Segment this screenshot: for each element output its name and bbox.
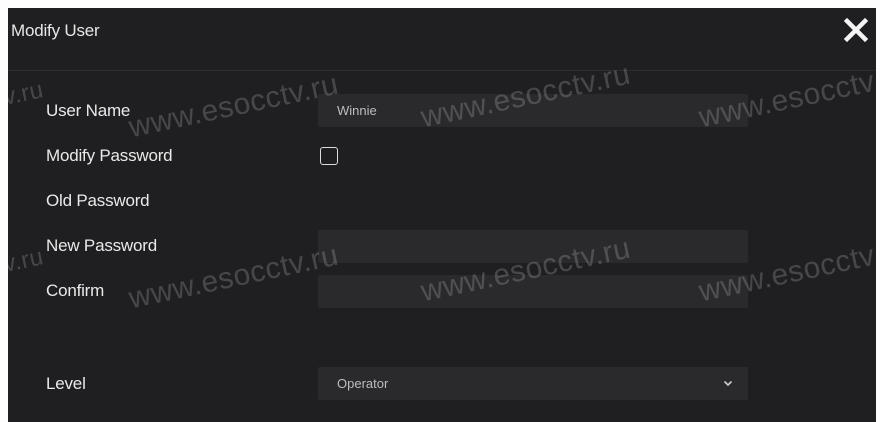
level-value: Operator bbox=[337, 376, 389, 391]
modify-password-checkbox[interactable] bbox=[320, 147, 338, 165]
user-name-label: User Name bbox=[46, 101, 131, 120]
level-label: Level bbox=[46, 374, 86, 393]
new-password-label: New Password bbox=[46, 236, 157, 255]
user-name-field[interactable]: Winnie bbox=[318, 94, 748, 127]
modify-password-label: Modify Password bbox=[46, 146, 173, 165]
level-select[interactable]: Operator bbox=[318, 367, 748, 400]
title-separator bbox=[8, 70, 876, 71]
watermark: www.esocctv.ru bbox=[126, 238, 342, 316]
old-password-label: Old Password bbox=[46, 191, 150, 210]
dialog-title: Modify User bbox=[11, 21, 100, 40]
close-button[interactable] bbox=[842, 16, 870, 44]
chevron-down-icon bbox=[723, 380, 733, 387]
new-password-field[interactable] bbox=[318, 230, 748, 263]
confirm-password-field[interactable] bbox=[318, 275, 748, 308]
dialog-titlebar: Modify User bbox=[8, 8, 876, 68]
modify-user-dialog: Modify User User Name Winnie Modify Pass… bbox=[8, 8, 876, 422]
watermark: www.esocctv.ru bbox=[126, 67, 342, 145]
close-icon bbox=[843, 17, 869, 43]
watermark: tv.ru bbox=[8, 76, 46, 113]
user-name-value: Winnie bbox=[337, 103, 377, 118]
watermark: tv.ru bbox=[8, 243, 46, 280]
confirm-label: Confirm bbox=[46, 281, 105, 300]
